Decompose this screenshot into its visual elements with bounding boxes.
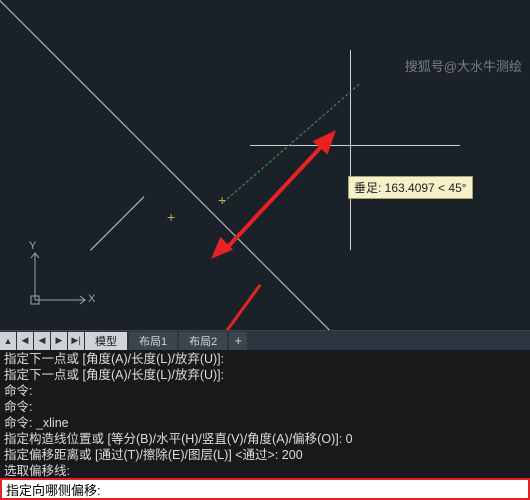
ucs-x-label: X: [88, 293, 95, 305]
history-line: 指定下一点或 [角度(A)/长度(L)/放弃(U)]:: [4, 351, 526, 367]
tab-nav-last[interactable]: ▶|: [68, 332, 84, 350]
snap-marker: +: [218, 193, 226, 207]
tab-model[interactable]: 模型: [85, 332, 127, 350]
tab-nav-collapse[interactable]: ▲: [0, 332, 16, 350]
watermark-text: 搜狐号@大水牛测绘: [405, 56, 522, 75]
tab-nav-prev[interactable]: ◀: [34, 332, 50, 350]
snap-marker: +: [167, 210, 175, 224]
crosshair-horizontal: [250, 145, 460, 146]
history-line: 指定下一点或 [角度(A)/长度(L)/放弃(U)]:: [4, 367, 526, 383]
drawing-viewport[interactable]: + + 垂足: 163.4097 < 45° X Y 搜狐号@大水牛测绘: [0, 0, 530, 330]
tab-nav-next[interactable]: ▶: [51, 332, 67, 350]
crosshair-vertical: [350, 50, 351, 250]
history-line: 选取偏移线:: [4, 463, 526, 478]
history-line: 命令:: [4, 383, 526, 399]
snap-tooltip: 垂足: 163.4097 < 45°: [348, 176, 473, 199]
history-line: 指定构造线位置或 [等分(B)/水平(H)/竖直(V)/角度(A)/偏移(O)]…: [4, 431, 526, 447]
history-line: 命令: _xline: [4, 415, 526, 431]
command-prompt-text: 指定向哪侧偏移:: [6, 480, 101, 499]
command-prompt[interactable]: 指定向哪侧偏移:: [0, 478, 530, 500]
layout-tabs-bar: ▲ ◀ ◀ ▶ ▶| 模型 布局1 布局2 +: [0, 330, 530, 350]
ucs-y-label: Y: [29, 240, 36, 252]
tab-nav-first[interactable]: ◀: [17, 332, 33, 350]
line-segment: [90, 196, 144, 250]
ucs-icon: X Y: [20, 245, 100, 315]
rubber-band-line: [223, 84, 360, 203]
tab-layout1[interactable]: 布局1: [129, 332, 177, 350]
history-line: 指定偏移距离或 [通过(T)/擦除(E)/图层(L)] <通过>: 200: [4, 447, 526, 463]
tab-add-button[interactable]: +: [229, 332, 247, 350]
tab-layout2[interactable]: 布局2: [179, 332, 227, 350]
command-history[interactable]: 指定下一点或 [角度(A)/长度(L)/放弃(U)]: 指定下一点或 [角度(A…: [0, 350, 530, 478]
history-line: 命令:: [4, 399, 526, 415]
